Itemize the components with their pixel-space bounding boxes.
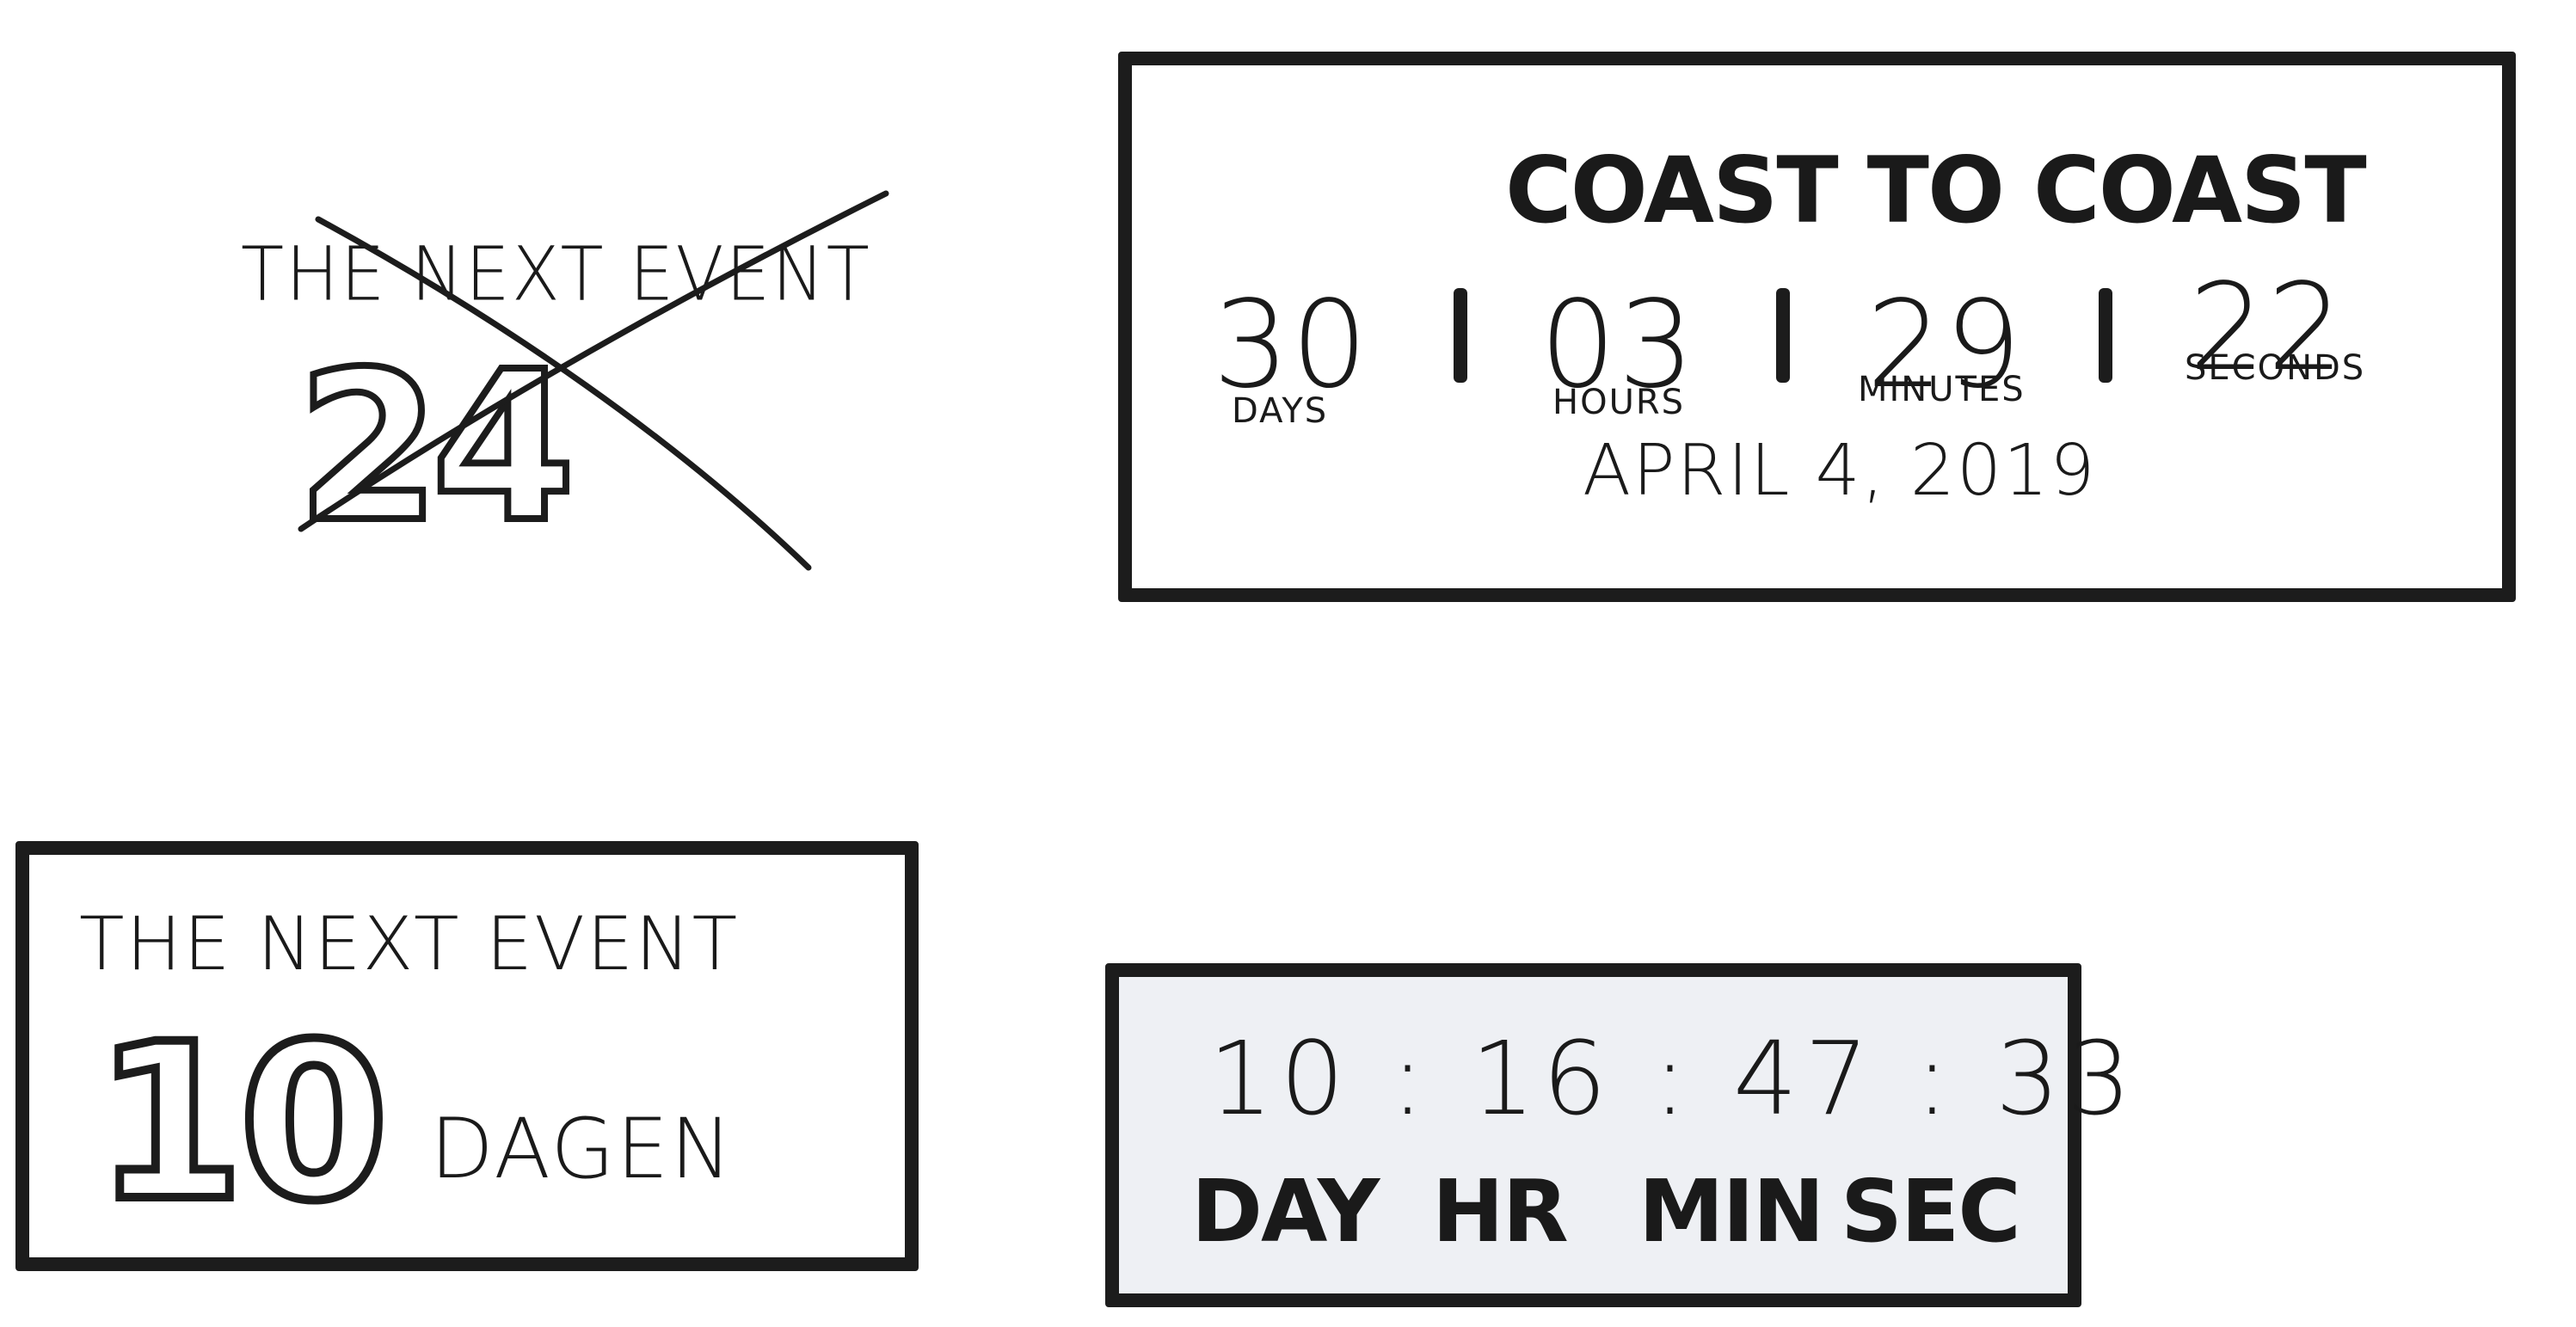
day-label: DAY bbox=[1191, 1161, 1380, 1262]
event-date: APRIL 4, 2019 bbox=[1583, 430, 2097, 512]
seconds-label: SECONDS bbox=[2185, 348, 2366, 388]
minutes-label: MINUTES bbox=[1858, 370, 2026, 409]
divider bbox=[2099, 288, 2112, 383]
next-event-title: THE NEXT EVENT bbox=[79, 901, 740, 987]
divider bbox=[1454, 288, 1467, 383]
cross-out-mark bbox=[298, 190, 889, 571]
day-count: 10 bbox=[90, 993, 393, 1252]
day-unit-label: DAGEN bbox=[430, 1101, 735, 1197]
days-label: DAYS bbox=[1232, 391, 1329, 431]
event-title: COAST TO COAST bbox=[1505, 138, 2367, 243]
minute-label: MIN bbox=[1638, 1161, 1824, 1262]
hours-label: HOURS bbox=[1552, 383, 1686, 422]
second-label: SEC bbox=[1841, 1161, 2021, 1262]
divider bbox=[1776, 288, 1790, 383]
hour-label: HR bbox=[1432, 1161, 1569, 1262]
timer-readout: 10 : 16 : 47 : 33 bbox=[1208, 1019, 2138, 1138]
